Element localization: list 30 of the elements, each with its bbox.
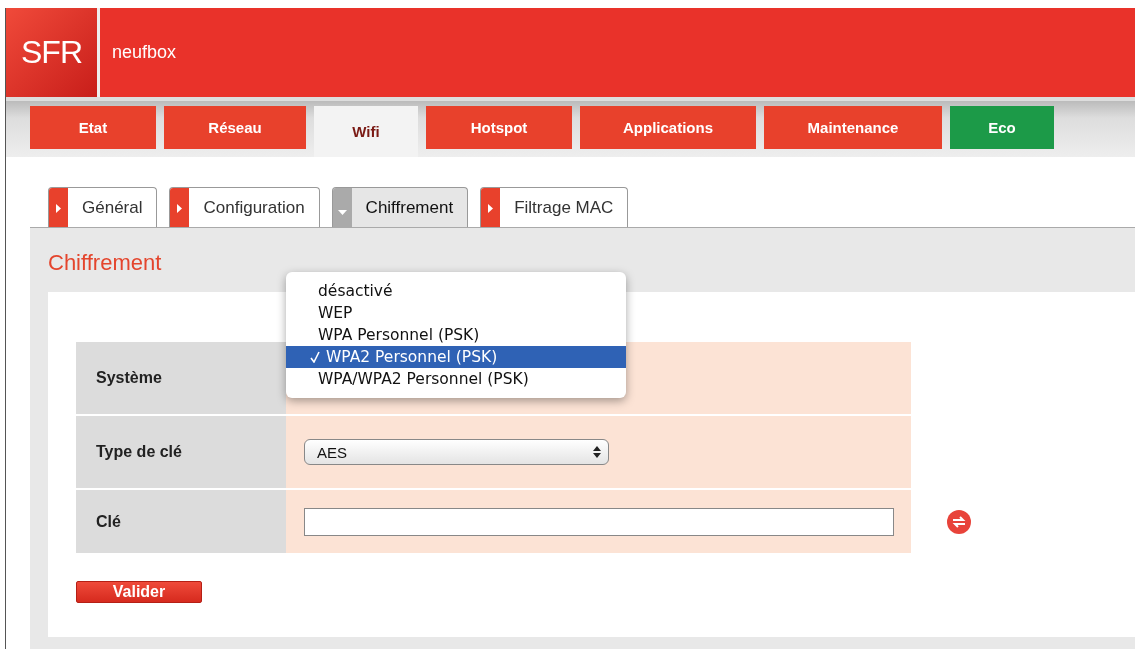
- key-type-select[interactable]: AES: [304, 439, 609, 465]
- nav-tab[interactable]: Wifi: [314, 106, 418, 157]
- dropdown-option[interactable]: WPA2 Personnel (PSK): [286, 346, 626, 368]
- dropdown-option[interactable]: WEP: [286, 302, 626, 324]
- field-label: Type de clé: [76, 416, 286, 488]
- nav-tab[interactable]: Applications: [580, 106, 756, 149]
- section-title: Chiffrement: [48, 250, 163, 276]
- nav-tab[interactable]: Eco: [950, 106, 1054, 149]
- submit-button[interactable]: Valider: [76, 581, 202, 603]
- nav-tab[interactable]: Maintenance: [764, 106, 942, 149]
- sub-tab[interactable]: Général: [48, 187, 158, 227]
- sub-tab[interactable]: Chiffrement: [331, 187, 469, 227]
- expand-arrow-icon: [170, 188, 190, 227]
- nav-tab[interactable]: Etat: [30, 106, 156, 149]
- expand-arrow-icon: [49, 188, 68, 227]
- dropdown-option[interactable]: WPA/WPA2 Personnel (PSK): [286, 368, 626, 390]
- key-input-field[interactable]: [304, 507, 894, 536]
- checkmark-icon: [310, 351, 320, 363]
- expand-arrow-icon: [481, 188, 501, 227]
- updown-arrows-icon: [592, 444, 602, 460]
- dropdown-option[interactable]: WPA Personnel (PSK): [286, 324, 626, 346]
- logo: SFR: [21, 34, 82, 71]
- sub-tab[interactable]: Configuration: [169, 187, 320, 227]
- dropdown-option[interactable]: désactivé: [286, 280, 626, 302]
- nav-tab[interactable]: Hotspot: [426, 106, 572, 149]
- field-label: Clé: [76, 490, 286, 553]
- sub-tab[interactable]: Filtrage MAC: [480, 187, 629, 227]
- product-name: neufbox: [112, 42, 177, 63]
- field-label: Système: [76, 342, 286, 414]
- nav-tab[interactable]: Réseau: [164, 106, 306, 149]
